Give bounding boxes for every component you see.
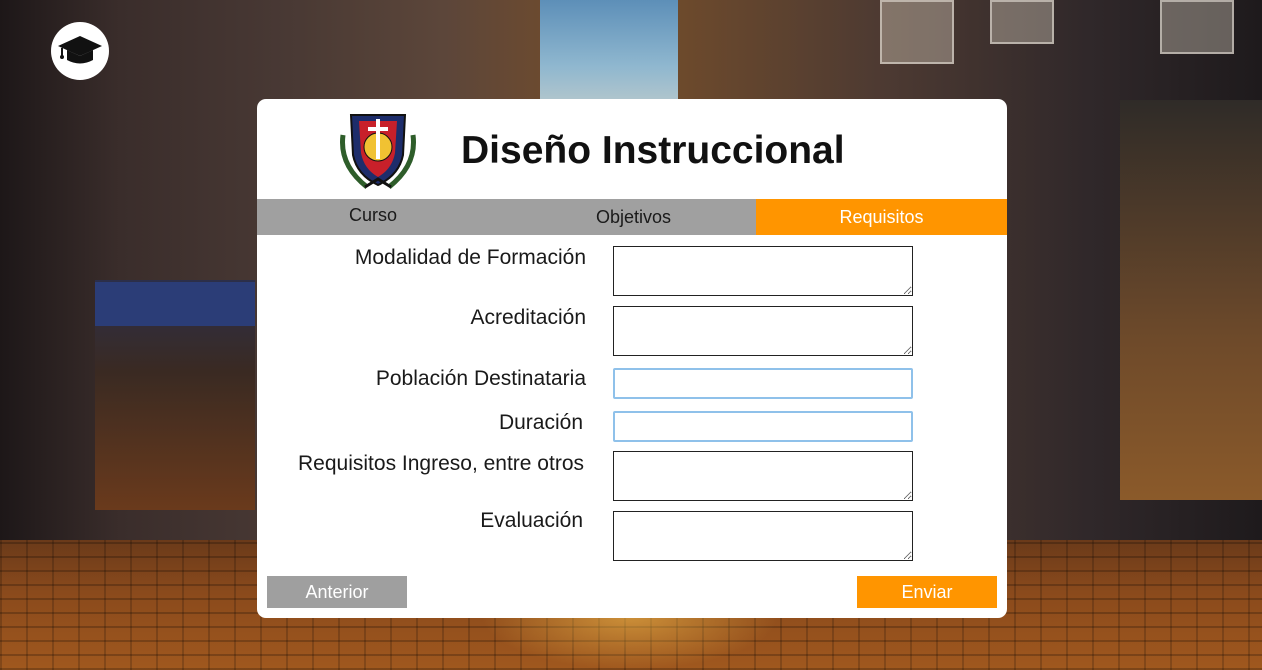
- school-crest-logo: [337, 105, 419, 195]
- modalidad-formacion-field[interactable]: [613, 246, 913, 296]
- tab-objetivos[interactable]: Objetivos: [596, 199, 671, 235]
- label-duracion: Duración: [498, 411, 583, 434]
- requisitos-ingreso-field[interactable]: [613, 451, 913, 501]
- tab-curso[interactable]: Curso: [349, 197, 397, 233]
- poblacion-destinataria-field[interactable]: [613, 368, 913, 399]
- duracion-field[interactable]: [613, 411, 913, 442]
- submit-button[interactable]: Enviar: [857, 576, 997, 608]
- label-evaluacion: Evaluación: [480, 509, 583, 532]
- page-title: Diseño Instruccional: [461, 129, 845, 172]
- graduation-cap-icon[interactable]: [51, 22, 109, 80]
- evaluacion-field[interactable]: [613, 511, 913, 561]
- form-card: Diseño Instruccional Curso Objetivos Req…: [257, 99, 1007, 618]
- label-acreditacion: Acreditación: [470, 306, 586, 329]
- acreditacion-field[interactable]: [613, 306, 913, 356]
- label-requisitos-ingreso: Requisitos Ingreso, entre otros: [298, 452, 584, 475]
- tab-bar: Curso Objetivos Requisitos: [257, 199, 1007, 235]
- tab-requisitos[interactable]: Requisitos: [756, 199, 1007, 235]
- label-modalidad-formacion: Modalidad de Formación: [354, 246, 586, 269]
- previous-button[interactable]: Anterior: [267, 576, 407, 608]
- label-poblacion-destinataria: Población Destinataria: [375, 367, 586, 390]
